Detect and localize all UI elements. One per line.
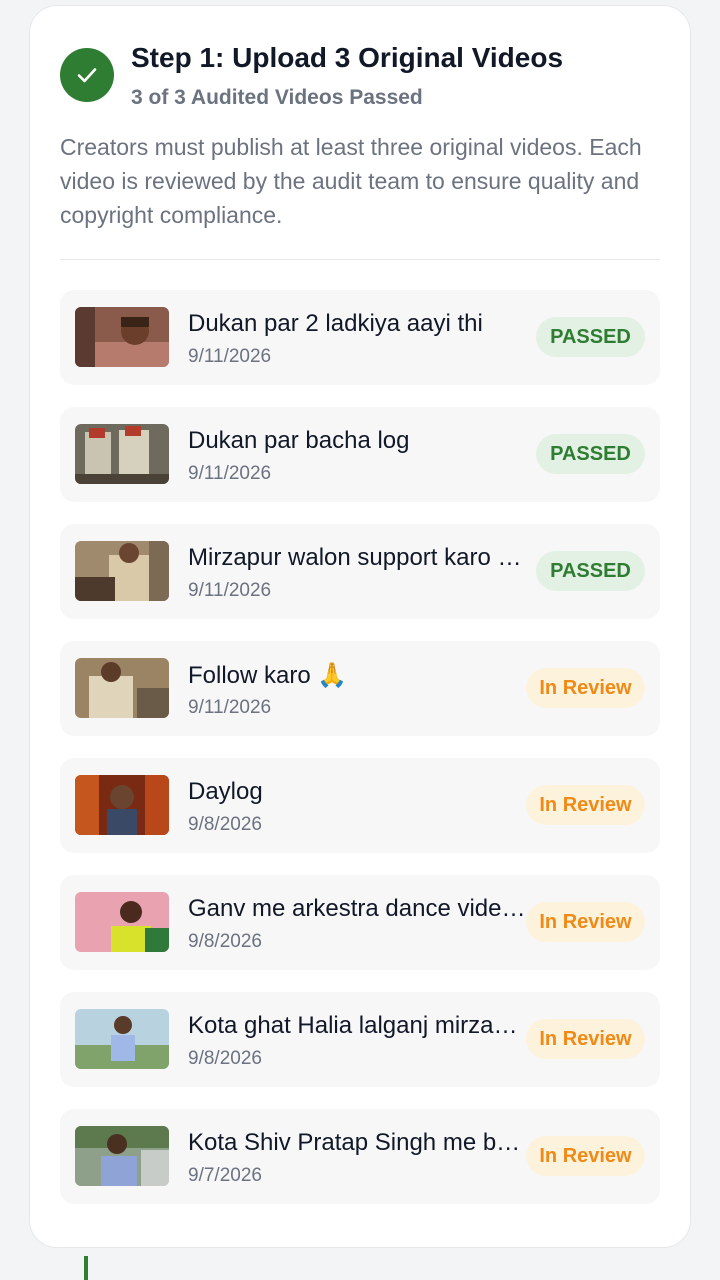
video-thumbnail — [75, 307, 169, 367]
step-title: Step 1: Upload 3 Original Videos — [131, 42, 564, 73]
video-date: 9/11/2026 — [188, 697, 272, 718]
check-icon — [60, 48, 114, 102]
video-row[interactable]: Dukan par 2 ladkiya aayi thi 9/11/2026 P… — [60, 290, 660, 385]
status-badge: In Review — [526, 902, 645, 942]
status-badge: PASSED — [536, 434, 645, 474]
video-date: 9/8/2026 — [188, 1048, 262, 1069]
video-title: Daylog — [188, 778, 263, 805]
video-thumbnail — [75, 541, 169, 601]
video-date: 9/8/2026 — [188, 814, 262, 835]
video-thumbnail — [75, 658, 169, 718]
video-title: Follow karo 🙏 — [188, 662, 348, 689]
status-badge: In Review — [526, 785, 645, 825]
video-thumbnail — [75, 775, 169, 835]
video-date: 9/7/2026 — [188, 1165, 262, 1186]
status-badge: In Review — [526, 668, 645, 708]
video-thumbnail — [75, 1126, 169, 1186]
video-title: Kota ghat Halia lalganj mirza… — [188, 1012, 518, 1039]
status-badge: PASSED — [536, 317, 645, 357]
video-date: 9/11/2026 — [188, 346, 272, 367]
step-subtitle: 3 of 3 Audited Videos Passed — [131, 86, 423, 109]
video-title: Mirzapur walon support karo … — [188, 544, 522, 571]
status-badge: In Review — [526, 1136, 645, 1176]
video-thumbnail — [75, 892, 169, 952]
video-row[interactable]: Dukan par bacha log 9/11/2026 PASSED — [60, 407, 660, 502]
video-row[interactable]: Mirzapur walon support karo … 9/11/2026 … — [60, 524, 660, 619]
video-date: 9/8/2026 — [188, 931, 262, 952]
video-row[interactable]: Daylog 9/8/2026 In Review — [60, 758, 660, 853]
video-title: Dukan par bacha log — [188, 427, 410, 454]
divider — [60, 259, 660, 260]
video-row[interactable]: Kota ghat Halia lalganj mirza… 9/8/2026 … — [60, 992, 660, 1087]
video-list: Dukan par 2 ladkiya aayi thi 9/11/2026 P… — [60, 290, 660, 1226]
video-row[interactable]: Follow karo 🙏 9/11/2026 In Review — [60, 641, 660, 736]
video-title: Kota Shiv Pratap Singh me b… — [188, 1129, 521, 1156]
status-badge: In Review — [526, 1019, 645, 1059]
video-row[interactable]: Ganv me arkestra dance vide… 9/8/2026 In… — [60, 875, 660, 970]
step-card: Step 1: Upload 3 Original Videos 3 of 3 … — [29, 5, 691, 1248]
video-thumbnail — [75, 424, 169, 484]
video-title: Dukan par 2 ladkiya aayi thi — [188, 310, 483, 337]
status-badge: PASSED — [536, 551, 645, 591]
video-date: 9/11/2026 — [188, 580, 272, 601]
video-date: 9/11/2026 — [188, 463, 272, 484]
timeline-connector — [84, 1256, 88, 1280]
step-description: Creators must publish at least three ori… — [60, 134, 642, 228]
video-row[interactable]: Kota Shiv Pratap Singh me b… 9/7/2026 In… — [60, 1109, 660, 1204]
video-title: Ganv me arkestra dance vide… — [188, 895, 526, 922]
video-thumbnail — [75, 1009, 169, 1069]
